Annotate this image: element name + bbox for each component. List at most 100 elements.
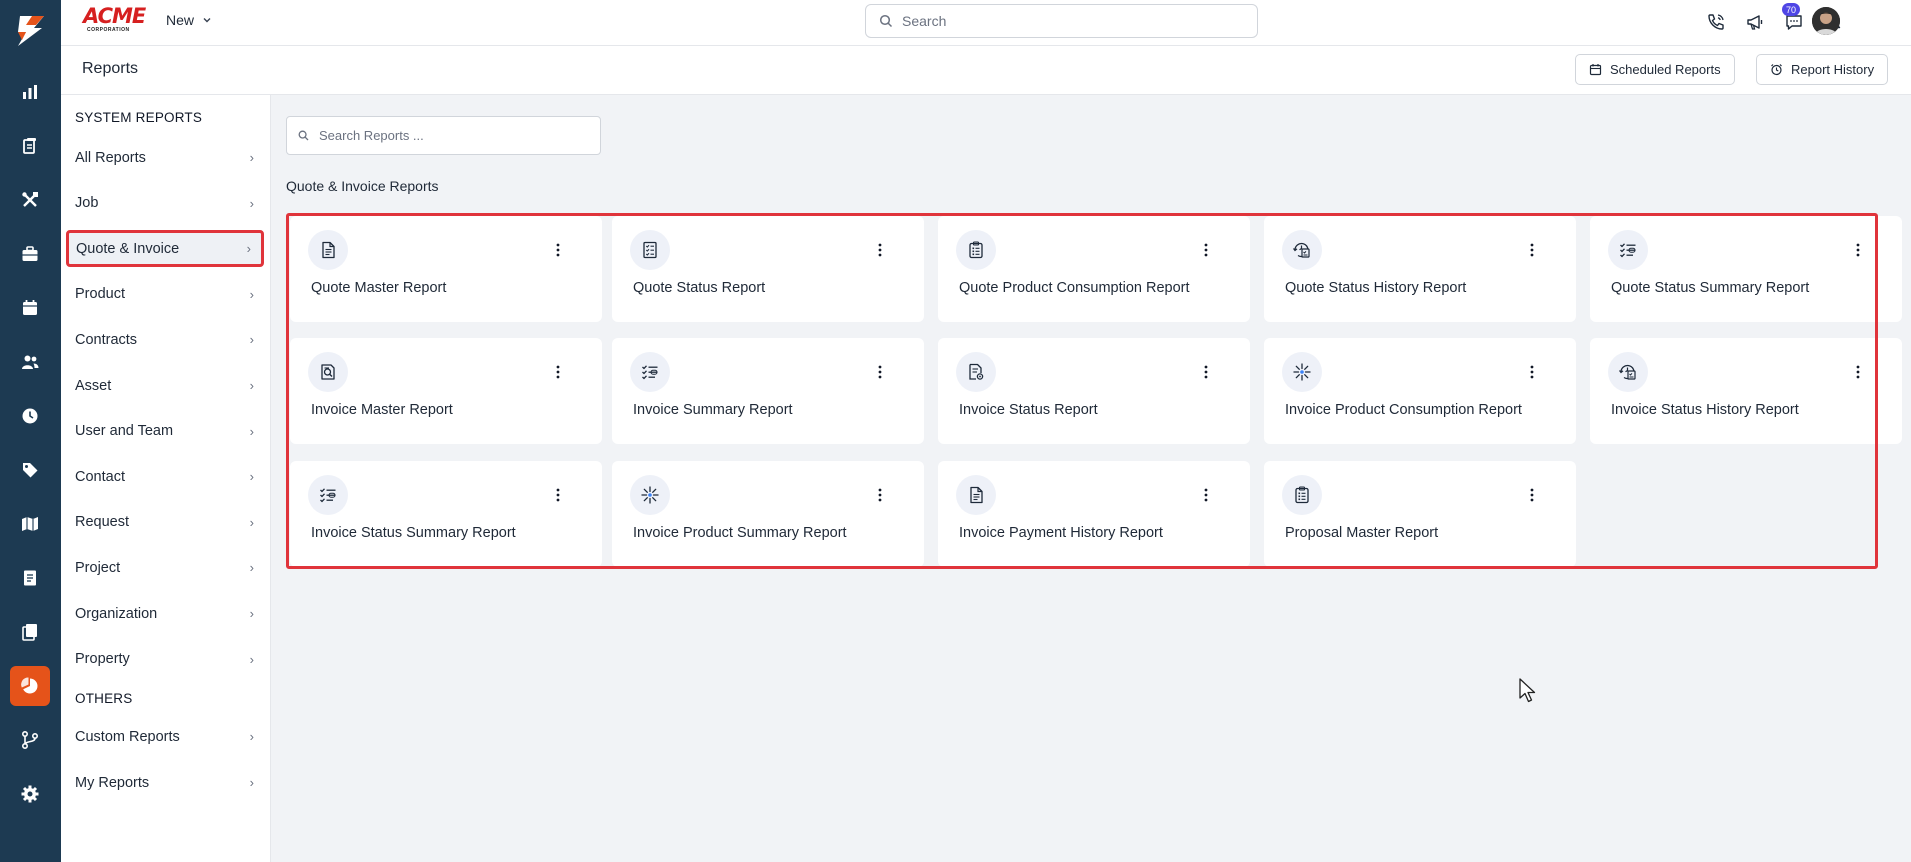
- more-options-icon[interactable]: [1524, 362, 1540, 382]
- report-card-quote-product-consumption-report[interactable]: Quote Product Consumption Report: [938, 216, 1250, 322]
- reports-icon[interactable]: [10, 666, 50, 706]
- chevron-down-icon: [203, 18, 211, 23]
- more-options-icon[interactable]: [550, 362, 566, 382]
- more-options-icon[interactable]: [550, 240, 566, 260]
- phone-icon[interactable]: [1704, 10, 1728, 34]
- menu-item-contact[interactable]: Contact ›: [66, 458, 264, 495]
- more-options-icon[interactable]: [1198, 485, 1214, 505]
- menu-item-custom-reports[interactable]: Custom Reports ›: [66, 718, 264, 755]
- menu-item-user-and-team[interactable]: User and Team ›: [66, 413, 264, 450]
- report-card-invoice-product-consumption-report[interactable]: Invoice Product Consumption Report: [1264, 338, 1576, 444]
- chevron-right-icon: ›: [249, 560, 254, 576]
- notification-badge: 70: [1782, 3, 1800, 16]
- documents-icon[interactable]: [10, 612, 50, 652]
- sparkle-icon: [630, 475, 670, 515]
- menu-item-property[interactable]: Property ›: [66, 641, 264, 678]
- menu-item-all-reports[interactable]: All Reports ›: [66, 139, 264, 176]
- menu-item-job[interactable]: Job ›: [66, 185, 264, 222]
- more-options-icon[interactable]: [550, 485, 566, 505]
- megaphone-icon[interactable]: [1743, 10, 1767, 34]
- more-options-icon[interactable]: [1524, 240, 1540, 260]
- report-category-menu: SYSTEM REPORTS All Reports › Job › Quote & I…: [61, 95, 271, 862]
- menu-item-organization[interactable]: Organization ›: [66, 595, 264, 632]
- scheduled-reports-label: Scheduled Reports: [1610, 62, 1721, 77]
- more-options-icon[interactable]: [1850, 362, 1866, 382]
- briefcase-icon[interactable]: [10, 234, 50, 274]
- report-card-invoice-master-report[interactable]: Invoice Master Report: [290, 338, 602, 444]
- scheduled-reports-button[interactable]: Scheduled Reports: [1575, 54, 1735, 85]
- search-document-icon: [308, 352, 348, 392]
- chevron-right-icon: ›: [249, 606, 254, 621]
- menu-item-label: Project: [75, 559, 121, 576]
- page-header: Reports Scheduled Reports Report History: [61, 46, 1911, 95]
- others-heading: OTHERS: [75, 691, 133, 706]
- chevron-right-icon: ›: [249, 286, 254, 302]
- chevron-right-icon: ›: [249, 729, 254, 744]
- report-history-button[interactable]: Report History: [1756, 54, 1889, 85]
- report-card-title: Invoice Status History Report: [1611, 402, 1799, 418]
- users-icon[interactable]: [10, 342, 50, 382]
- app-rail: [0, 0, 61, 862]
- report-card-quote-master-report[interactable]: Quote Master Report: [290, 216, 602, 322]
- report-card-invoice-product-summary-report[interactable]: Invoice Product Summary Report: [612, 461, 924, 567]
- more-options-icon[interactable]: [1198, 362, 1214, 382]
- report-card-invoice-status-history-report[interactable]: Invoice Status History Report: [1590, 338, 1902, 444]
- menu-item-asset[interactable]: Asset ›: [66, 367, 264, 404]
- calendar-icon: [1589, 64, 1602, 76]
- menu-item-label: Property: [75, 651, 130, 668]
- report-card-title: Invoice Payment History Report: [959, 525, 1163, 541]
- more-options-icon[interactable]: [1524, 485, 1540, 505]
- global-search-input[interactable]: [902, 13, 1222, 29]
- invoice-icon[interactable]: [10, 558, 50, 598]
- workflow-icon[interactable]: [10, 720, 50, 760]
- report-card-title: Invoice Product Consumption Report: [1285, 402, 1522, 418]
- list-check-icon: [1608, 230, 1648, 270]
- report-card-quote-status-summary-report[interactable]: Quote Status Summary Report: [1590, 216, 1902, 322]
- report-card-title: Quote Master Report: [311, 280, 447, 296]
- menu-item-project[interactable]: Project ›: [66, 549, 264, 586]
- settings-icon[interactable]: [10, 774, 50, 814]
- more-options-icon[interactable]: [1850, 240, 1866, 260]
- more-options-icon[interactable]: [872, 240, 888, 260]
- clock-icon[interactable]: [10, 396, 50, 436]
- list-check-icon: [630, 352, 670, 392]
- app-logo-icon[interactable]: [12, 12, 48, 48]
- more-options-icon[interactable]: [1198, 240, 1214, 260]
- more-options-icon[interactable]: [872, 485, 888, 505]
- clipboard-icon[interactable]: [10, 126, 50, 166]
- report-card-invoice-payment-history-report[interactable]: Invoice Payment History Report: [938, 461, 1250, 567]
- menu-item-label: Quote & Invoice: [76, 240, 180, 257]
- mouse-cursor-icon: [1519, 678, 1536, 703]
- calendar-icon[interactable]: [10, 288, 50, 328]
- report-card-invoice-status-report[interactable]: Invoice Status Report: [938, 338, 1250, 444]
- menu-item-label: My Reports: [75, 774, 150, 791]
- chevron-right-icon: ›: [249, 423, 254, 439]
- menu-item-request[interactable]: Request ›: [66, 504, 264, 541]
- report-search[interactable]: [286, 116, 601, 155]
- user-avatar[interactable]: [1812, 7, 1840, 35]
- global-search[interactable]: [865, 4, 1258, 38]
- menu-item-label: Job: [75, 195, 99, 212]
- tag-icon[interactable]: [10, 450, 50, 490]
- menu-item-contracts[interactable]: Contracts ›: [66, 321, 264, 358]
- menu-item-product[interactable]: Product ›: [66, 276, 264, 313]
- report-card-invoice-summary-report[interactable]: Invoice Summary Report: [612, 338, 924, 444]
- menu-item-quote-invoice[interactable]: Quote & Invoice ›: [66, 230, 264, 268]
- dashboard-icon[interactable]: [10, 72, 50, 112]
- new-dropdown-button[interactable]: New: [166, 12, 212, 28]
- more-options-icon[interactable]: [872, 362, 888, 382]
- chevron-right-icon: ›: [249, 651, 254, 667]
- map-icon[interactable]: [10, 504, 50, 544]
- report-search-input[interactable]: [319, 128, 579, 143]
- list-check-icon: [308, 475, 348, 515]
- menu-item-label: Asset: [75, 377, 112, 394]
- report-card-proposal-master-report[interactable]: Proposal Master Report: [1264, 461, 1576, 567]
- report-card-quote-status-report[interactable]: Quote Status Report: [612, 216, 924, 322]
- top-header: ACME CORPORATION New: [61, 0, 1911, 46]
- menu-item-my-reports[interactable]: My Reports ›: [66, 764, 264, 801]
- report-card-quote-status-history-report[interactable]: Quote Status History Report: [1264, 216, 1576, 322]
- document-icon: [956, 475, 996, 515]
- report-card-invoice-status-summary-report[interactable]: Invoice Status Summary Report: [290, 461, 602, 567]
- company-logo[interactable]: ACME CORPORATION: [83, 5, 147, 35]
- tools-icon[interactable]: [10, 180, 50, 220]
